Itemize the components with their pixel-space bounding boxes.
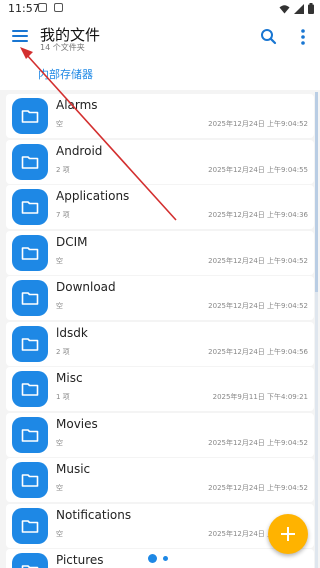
more-options-button[interactable] (293, 26, 313, 48)
folder-name: Movies (56, 416, 98, 431)
scrollbar-thumb[interactable] (315, 92, 318, 292)
status-time: 11:57 (8, 2, 40, 15)
page-indicator (148, 554, 172, 564)
folder-item-count: 空 (56, 438, 63, 447)
folder-item-count: 空 (56, 120, 63, 128)
folder-modified-date: 2025年12月24日 上午9:04:52 (208, 438, 308, 447)
list-item[interactable]: Music 空 2025年12月24日 上午9:04:52 (6, 458, 314, 502)
more-vertical-icon (301, 29, 305, 45)
scrollbar[interactable] (315, 92, 318, 568)
status-bar: 11:57 (0, 0, 320, 18)
folder-name: Notifications (56, 507, 132, 522)
folder-item-count: 空 (56, 256, 63, 265)
battery-icon (308, 3, 314, 14)
wifi-icon (279, 4, 290, 13)
folder-icon (12, 371, 48, 407)
folder-icon (12, 280, 48, 316)
folder-item-count: 7 项 (56, 211, 70, 219)
list-item[interactable]: Alarms 空 2025年12月24日 上午9:04:52 (6, 94, 314, 138)
search-button[interactable] (258, 26, 280, 48)
breadcrumb-internal-storage[interactable]: 内部存储器 (38, 66, 93, 82)
list-item[interactable]: Movies 空 2025年12月24日 上午9:04:52 (6, 412, 314, 457)
folder-icon (12, 98, 48, 134)
folder-item-count: 2 项 (56, 347, 70, 356)
folder-modified-date: 2025年12月24日 上午9:04:36 (208, 211, 308, 219)
folder-modified-date: 2025年12月24日 上午9:04:52 (208, 484, 308, 492)
list-item[interactable]: DCIM 空 2025年12月24日 上午9:04:52 (6, 230, 314, 275)
folder-name: Alarms (56, 98, 98, 112)
list-item[interactable]: Applications 7 项 2025年12月24日 上午9:04:36 (6, 185, 314, 229)
folder-icon (12, 416, 48, 453)
signal-icon (294, 3, 304, 14)
list-item[interactable]: Download 空 2025年12月24日 上午9:04:52 (6, 276, 314, 320)
folder-modified-date: 2025年12月24日 上午9:04:52 (208, 256, 308, 265)
add-button[interactable] (268, 514, 308, 554)
page-indicator-dot (163, 556, 168, 561)
folder-name: ldsdk (56, 325, 88, 340)
folder-name: Music (56, 462, 91, 476)
folder-name: Pictures (56, 553, 104, 567)
folder-modified-date: 2025年9月11日 下午4:09:21 (212, 393, 308, 401)
folder-item-count: 1 项 (56, 393, 70, 401)
folder-name: Misc (56, 371, 83, 385)
folder-modified-date: 2025年12月24日 上午9:04:55 (208, 165, 308, 174)
menu-button[interactable] (8, 24, 32, 48)
file-list: Alarms 空 2025年12月24日 上午9:04:52 Android 2 项 20… (0, 90, 320, 568)
list-item[interactable]: Misc 1 项 2025年9月11日 下午4:09:21 (6, 367, 314, 411)
app-bar: 我的文件 14 个文件夹 (0, 18, 320, 58)
folder-name: Applications (56, 189, 130, 203)
folder-modified-date: 2025年12月24日 上午9:04:56 (208, 347, 308, 356)
folder-count: 14 个文件夹 (40, 43, 85, 52)
list-item[interactable]: Android 2 项 2025年12月24日 上午9:04:55 (6, 139, 314, 184)
folder-icon (12, 462, 48, 498)
folder-name: Download (56, 280, 116, 294)
folder-item-count: 空 (56, 302, 63, 310)
folder-modified-date: 2025年12月24日 上午9:04:52 (208, 302, 308, 310)
folder-icon (12, 234, 48, 271)
search-icon (261, 29, 277, 45)
list-item[interactable]: Notifications 空 2025年12月24日 上午9:04:52 (6, 503, 314, 548)
folder-name: Android (56, 143, 103, 158)
folder-item-count: 空 (56, 484, 63, 492)
folder-item-count: 2 项 (56, 165, 70, 174)
status-icons (279, 3, 314, 14)
folder-name: DCIM (56, 234, 88, 249)
page-indicator-dot-active (148, 554, 157, 563)
folder-icon (12, 507, 48, 544)
notification-icon (38, 3, 47, 12)
folder-modified-date: 2025年12月24日 上午9:04:52 (208, 120, 308, 128)
folder-icon (12, 553, 48, 568)
notification-icon (54, 3, 63, 12)
list-item[interactable]: ldsdk 2 项 2025年12月24日 上午9:04:56 (6, 321, 314, 366)
breadcrumb-bar: 内部存储器 (0, 58, 320, 90)
folder-icon (12, 189, 48, 225)
folder-item-count: 空 (56, 529, 63, 538)
folder-icon (12, 325, 48, 362)
folder-icon (12, 143, 48, 180)
